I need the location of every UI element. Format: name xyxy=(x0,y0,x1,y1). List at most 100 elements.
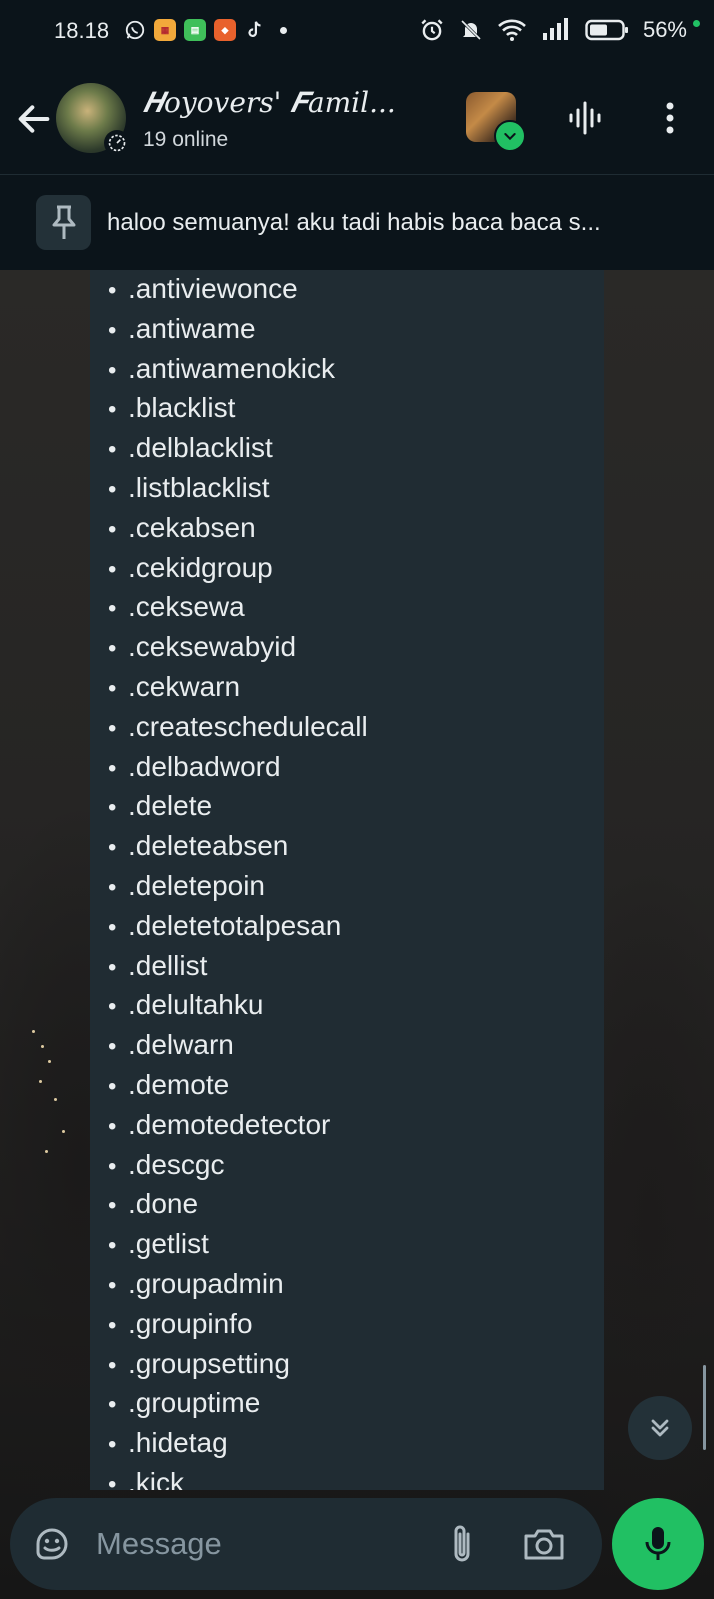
message-composer[interactable]: Message xyxy=(10,1498,602,1590)
scrollbar[interactable] xyxy=(703,1365,706,1450)
tiktok-icon xyxy=(248,21,261,37)
online-count[interactable]: 19 online xyxy=(143,128,228,152)
command-text: .delete xyxy=(128,790,213,822)
command-text: .antiviewonce xyxy=(128,273,298,304)
camera-icon[interactable] xyxy=(522,1524,566,1564)
command-list-item: • .deletetotalpesan xyxy=(108,907,368,947)
command-text: .cekidgroup xyxy=(128,551,273,583)
command-list-item: • .ceksewabyid xyxy=(108,628,368,668)
command-list-item: • .blacklist xyxy=(108,389,368,429)
bullet: • xyxy=(108,953,117,981)
command-text: .delblacklist xyxy=(128,432,273,464)
bullet: • xyxy=(108,1351,117,1379)
command-text: .deletetotalpesan xyxy=(128,909,342,941)
status-bar: 18.18 ▦ ▤ ◆ 56% xyxy=(0,0,714,66)
command-text: .cekabsen xyxy=(128,511,256,543)
voice-chat-icon[interactable] xyxy=(566,98,606,138)
mute-bell-icon xyxy=(460,19,482,41)
command-text: .done xyxy=(128,1188,199,1220)
bullet: • xyxy=(108,595,117,623)
chat-header: 𝑯oyovers' 𝑭amil... 19 online xyxy=(0,66,714,174)
wallpaper-sparkle xyxy=(32,1030,35,1033)
signal-icon xyxy=(542,18,568,40)
chat-title[interactable]: 𝑯oyovers' 𝑭amil... xyxy=(143,86,396,120)
double-chevron-down-icon xyxy=(651,1419,669,1437)
chevron-down-icon[interactable] xyxy=(494,120,526,152)
command-list-item: • .done xyxy=(108,1185,368,1225)
command-list-item: • .groupinfo xyxy=(108,1305,368,1345)
more-options-icon[interactable] xyxy=(655,98,685,138)
wallpaper-sparkle xyxy=(48,1060,51,1063)
bullet: • xyxy=(108,396,117,424)
sticker-icon[interactable] xyxy=(32,1524,72,1564)
pinned-message-text: haloo semuanya! aku tadi habis baca baca… xyxy=(107,209,601,236)
command-text: .ceksewa xyxy=(128,591,245,623)
bullet: • xyxy=(108,1391,117,1419)
command-list-item: • .cekidgroup xyxy=(108,549,368,589)
bullet: • xyxy=(108,1033,117,1061)
message-bubble[interactable]: • .antiviewonce • .antiwame • .antiwamenokick… xyxy=(90,270,604,1490)
command-text: .antiwame xyxy=(128,312,256,344)
bullet: • xyxy=(108,873,117,901)
bullet: • xyxy=(108,1311,117,1339)
wallpaper-sparkle xyxy=(39,1080,42,1083)
back-arrow-icon[interactable] xyxy=(14,99,54,139)
command-text: .createschedulecall xyxy=(128,710,368,742)
command-text: .groupsetting xyxy=(128,1347,290,1379)
command-text: .dellist xyxy=(128,949,208,981)
command-text: .deleteabsen xyxy=(128,830,289,862)
bullet: • xyxy=(108,794,117,822)
bullet: • xyxy=(108,1152,117,1180)
command-list-item: • .antiviewonce xyxy=(108,270,368,310)
bullet: • xyxy=(108,674,117,702)
pin-icon xyxy=(36,195,91,250)
more-notifications-dot xyxy=(280,26,287,34)
command-text: .delultahku xyxy=(128,989,264,1021)
command-list-item: • .grouptime xyxy=(108,1384,368,1424)
privacy-indicator-dot xyxy=(693,19,700,27)
command-text: .kick xyxy=(128,1466,184,1490)
command-text: .groupadmin xyxy=(128,1267,284,1299)
bullet: • xyxy=(108,475,117,503)
chat-area[interactable]: • .antiviewonce • .antiwame • .antiwamenokick… xyxy=(0,270,714,1599)
bullet: • xyxy=(108,277,117,304)
app-icon-green: ▤ xyxy=(184,19,206,41)
command-text: .delwarn xyxy=(128,1029,234,1061)
bullet: • xyxy=(108,555,117,583)
command-list-item: • .hidetag xyxy=(108,1424,368,1464)
voice-message-button[interactable] xyxy=(612,1498,704,1590)
command-list-item: • .deletepoin xyxy=(108,867,368,907)
bullet: • xyxy=(108,993,117,1021)
pinned-message-bar[interactable]: haloo semuanya! aku tadi habis baca baca… xyxy=(0,174,714,271)
scroll-to-bottom-button[interactable] xyxy=(628,1396,692,1460)
command-list-item: • .dellist xyxy=(108,947,368,987)
bullet: • xyxy=(108,1431,117,1459)
bullet: • xyxy=(108,1112,117,1140)
battery-percent: 56% xyxy=(642,17,687,42)
command-list-item: • .demote xyxy=(108,1066,368,1106)
bullet: • xyxy=(108,834,117,862)
whatsapp-icon xyxy=(125,20,145,40)
command-list-item: • .kick xyxy=(108,1464,368,1490)
bullet: • xyxy=(108,1192,117,1220)
command-list-item: • .delultahku xyxy=(108,986,368,1026)
attach-icon[interactable] xyxy=(442,1522,482,1566)
command-list-item: • .cekabsen xyxy=(108,509,368,549)
bullet: • xyxy=(108,1232,117,1260)
command-list-item: • .deleteabsen xyxy=(108,827,368,867)
message-input[interactable]: Message xyxy=(96,1526,222,1562)
bullet: • xyxy=(108,714,117,742)
bullet: • xyxy=(108,913,117,941)
command-text: .getlist xyxy=(128,1228,209,1260)
command-list-item: • .groupsetting xyxy=(108,1345,368,1385)
bullet: • xyxy=(108,316,117,344)
disappearing-timer-icon xyxy=(104,130,130,156)
wallpaper-sparkle xyxy=(54,1098,57,1101)
command-text: .delbadword xyxy=(128,750,281,782)
command-list-item: • .listblacklist xyxy=(108,469,368,509)
command-text: .descgc xyxy=(128,1148,225,1180)
notification-icons: ▦ ▤ ◆ xyxy=(124,19,287,41)
app-icon-game: ◆ xyxy=(214,19,236,41)
command-text: .antiwamenokick xyxy=(128,352,335,384)
command-list-item: • .delbadword xyxy=(108,748,368,788)
